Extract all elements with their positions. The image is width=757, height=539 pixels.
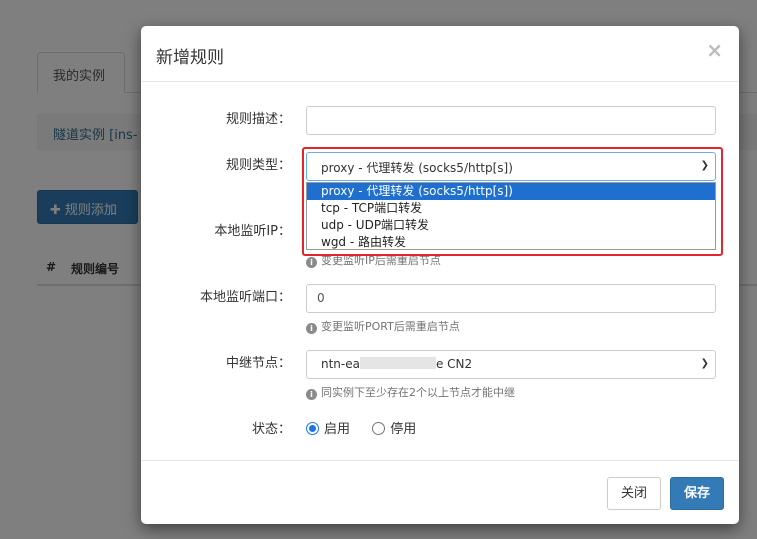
chevron-down-icon: ❯ bbox=[700, 358, 709, 369]
close-icon[interactable]: × bbox=[706, 40, 723, 60]
status-disabled-label[interactable]: 停用 bbox=[390, 422, 416, 437]
info-icon: i bbox=[306, 389, 317, 400]
info-icon: i bbox=[306, 323, 317, 334]
modal-footer: 关闭 保存 bbox=[141, 460, 739, 524]
relay-node-select[interactable]: ntn-ea e CN2 ❯ bbox=[306, 350, 716, 379]
status-enabled-radio[interactable] bbox=[306, 422, 319, 435]
local-port-input[interactable]: 0 bbox=[306, 284, 716, 313]
redacted-block bbox=[359, 357, 436, 369]
relay-node-value-suffix: e CN2 bbox=[435, 357, 473, 371]
modal-title: 新增规则 bbox=[156, 48, 224, 68]
relay-node-label: 中继节点： bbox=[225, 356, 291, 371]
relay-node-value-prefix: ntn-ea bbox=[321, 357, 360, 371]
local-port-help: i 变更监听PORT后需重启节点 bbox=[306, 318, 460, 334]
status-disabled-radio[interactable] bbox=[372, 422, 386, 435]
highlight-box bbox=[302, 147, 723, 256]
add-rule-dialog: 新增规则 × 规则描述： 规则类型： proxy - 代理转发 (socks5/… bbox=[141, 26, 739, 524]
status-radio-group: 启用 停用 bbox=[306, 418, 416, 437]
rule-type-label: 规则类型： bbox=[225, 158, 291, 173]
description-input[interactable] bbox=[306, 106, 716, 135]
close-button[interactable]: 关闭 bbox=[607, 477, 661, 510]
local-ip-label: 本地监听IP： bbox=[214, 224, 291, 239]
modal-header: 新增规则 × bbox=[141, 26, 739, 82]
status-enabled-label[interactable]: 启用 bbox=[324, 422, 350, 437]
status-label: 状态： bbox=[251, 422, 291, 437]
relay-node-help: i 同实例下至少存在2个以上节点才能中继 bbox=[306, 384, 515, 400]
local-port-label: 本地监听端口： bbox=[199, 290, 291, 305]
description-label: 规则描述： bbox=[225, 112, 291, 127]
save-button[interactable]: 保存 bbox=[670, 477, 724, 510]
info-icon: i bbox=[306, 257, 317, 268]
